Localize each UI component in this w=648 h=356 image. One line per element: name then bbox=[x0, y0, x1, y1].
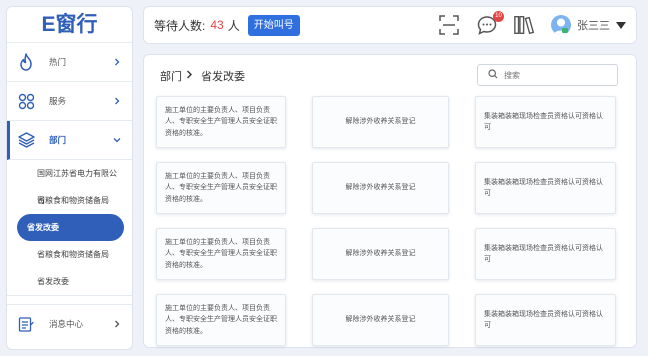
service-card[interactable]: 施工单位的主要负责人、项目负责人、专职安全生产管理人员安全证职资格的核准。 bbox=[156, 96, 286, 148]
sidebar-subitem[interactable]: 省粮食和物资储备局 bbox=[17, 187, 124, 214]
breadcrumb: 部门 省发改委 bbox=[160, 68, 245, 84]
message-center-icon bbox=[17, 315, 35, 333]
sidebar-item-label: 消息中心 bbox=[49, 319, 84, 329]
app-logo: E窗行 bbox=[7, 7, 132, 43]
sidebar-item-departments[interactable]: 部门 bbox=[7, 121, 132, 160]
user-name: 张三三 bbox=[577, 20, 610, 32]
breadcrumb-current: 省发改委 bbox=[201, 71, 245, 83]
service-card[interactable]: 施工单位的主要负责人、项目负责人、专职安全生产管理人员安全证职资格的核准。 bbox=[156, 162, 286, 214]
scan-icon[interactable] bbox=[437, 13, 461, 37]
search-box[interactable] bbox=[477, 64, 618, 86]
service-card[interactable]: 集装箱装箱现场检查员资格认可资格认可 bbox=[475, 162, 616, 214]
sidebar-item-label: 热门 bbox=[49, 57, 67, 67]
sidebar-subitem[interactable]: 省粮食和物资储备局 bbox=[17, 241, 124, 268]
sidebar-item-message-center[interactable]: 消息中心 bbox=[7, 304, 132, 343]
start-calling-button[interactable]: 开始叫号 bbox=[247, 14, 300, 36]
service-card[interactable]: 集装箱装箱现场检查员资格认可资格认可 bbox=[475, 294, 616, 346]
top-header: 等待人数: 43 人 开始叫号 10 张三三 bbox=[143, 6, 637, 44]
sidebar-subitem[interactable]: 省发改委 bbox=[17, 268, 124, 295]
service-card[interactable]: 集装箱装箱现场检查员资格认可资格认可 bbox=[475, 96, 616, 148]
sidebar-item-hot[interactable]: 热门 bbox=[7, 43, 132, 82]
service-card[interactable]: 施工单位的主要负责人、项目负责人、专职安全生产管理人员安全证职资格的核准。 bbox=[156, 294, 286, 346]
message-icon[interactable]: 10 bbox=[475, 11, 504, 37]
chevron-right-icon bbox=[112, 96, 122, 106]
notification-badge: 10 bbox=[493, 11, 504, 22]
sidebar-subitem[interactable]: 国网江苏省电力有限公司 bbox=[17, 160, 124, 205]
waiting-count-unit: 人 bbox=[227, 18, 240, 33]
service-card[interactable]: 解除涉外收养关系登记 bbox=[312, 96, 449, 148]
service-card[interactable]: 解除涉外收养关系登记 bbox=[312, 294, 449, 346]
service-card-grid: 施工单位的主要负责人、项目负责人、专职安全生产管理人员安全证职资格的核准。 解除… bbox=[156, 96, 620, 346]
search-icon bbox=[488, 66, 498, 84]
services-icon bbox=[17, 92, 35, 110]
service-card[interactable]: 解除涉外收养关系登记 bbox=[312, 162, 449, 214]
chevron-right-icon bbox=[112, 57, 122, 67]
sidebar-subitem-selected[interactable]: 省发改委 bbox=[17, 214, 124, 241]
flame-icon bbox=[17, 53, 35, 71]
service-card[interactable]: 集装箱装箱现场检查员资格认可资格认可 bbox=[475, 228, 616, 280]
service-card[interactable]: 施工单位的主要负责人、项目负责人、专职安全生产管理人员安全证职资格的核准。 bbox=[156, 228, 286, 280]
caret-down-icon[interactable] bbox=[616, 21, 626, 29]
sidebar-item-services[interactable]: 服务 bbox=[7, 82, 132, 121]
sidebar-item-label: 部门 bbox=[49, 135, 67, 145]
avatar bbox=[551, 15, 571, 35]
search-input[interactable] bbox=[504, 70, 604, 80]
chevron-right-icon bbox=[112, 319, 122, 329]
sidebar-item-label: 服务 bbox=[49, 96, 67, 106]
layers-icon bbox=[17, 131, 35, 149]
department-submenu: 国网江苏省电力有限公司 省粮食和物资储备局 省发改委 省粮食和物资储备局 省发改… bbox=[7, 160, 132, 296]
chevron-right-icon bbox=[186, 70, 193, 82]
service-card[interactable]: 解除涉外收养关系登记 bbox=[312, 228, 449, 280]
waiting-count-value: 43 bbox=[210, 18, 224, 32]
breadcrumb-parent[interactable]: 部门 bbox=[160, 68, 182, 84]
waiting-count-label: 等待人数: bbox=[154, 18, 206, 33]
books-icon[interactable] bbox=[513, 13, 537, 37]
chevron-down-icon bbox=[112, 135, 122, 145]
sidebar: E窗行 热门 服务 部门 国网江苏省电力有限公司 省粮食和物资储备局 省发改委 … bbox=[6, 6, 133, 350]
user-menu[interactable]: 张三三 bbox=[551, 15, 626, 35]
main-panel: 部门 省发改委 施工单位的主要负责人、项目负责人、专职安全生产管理人员安全证职资… bbox=[143, 54, 637, 348]
